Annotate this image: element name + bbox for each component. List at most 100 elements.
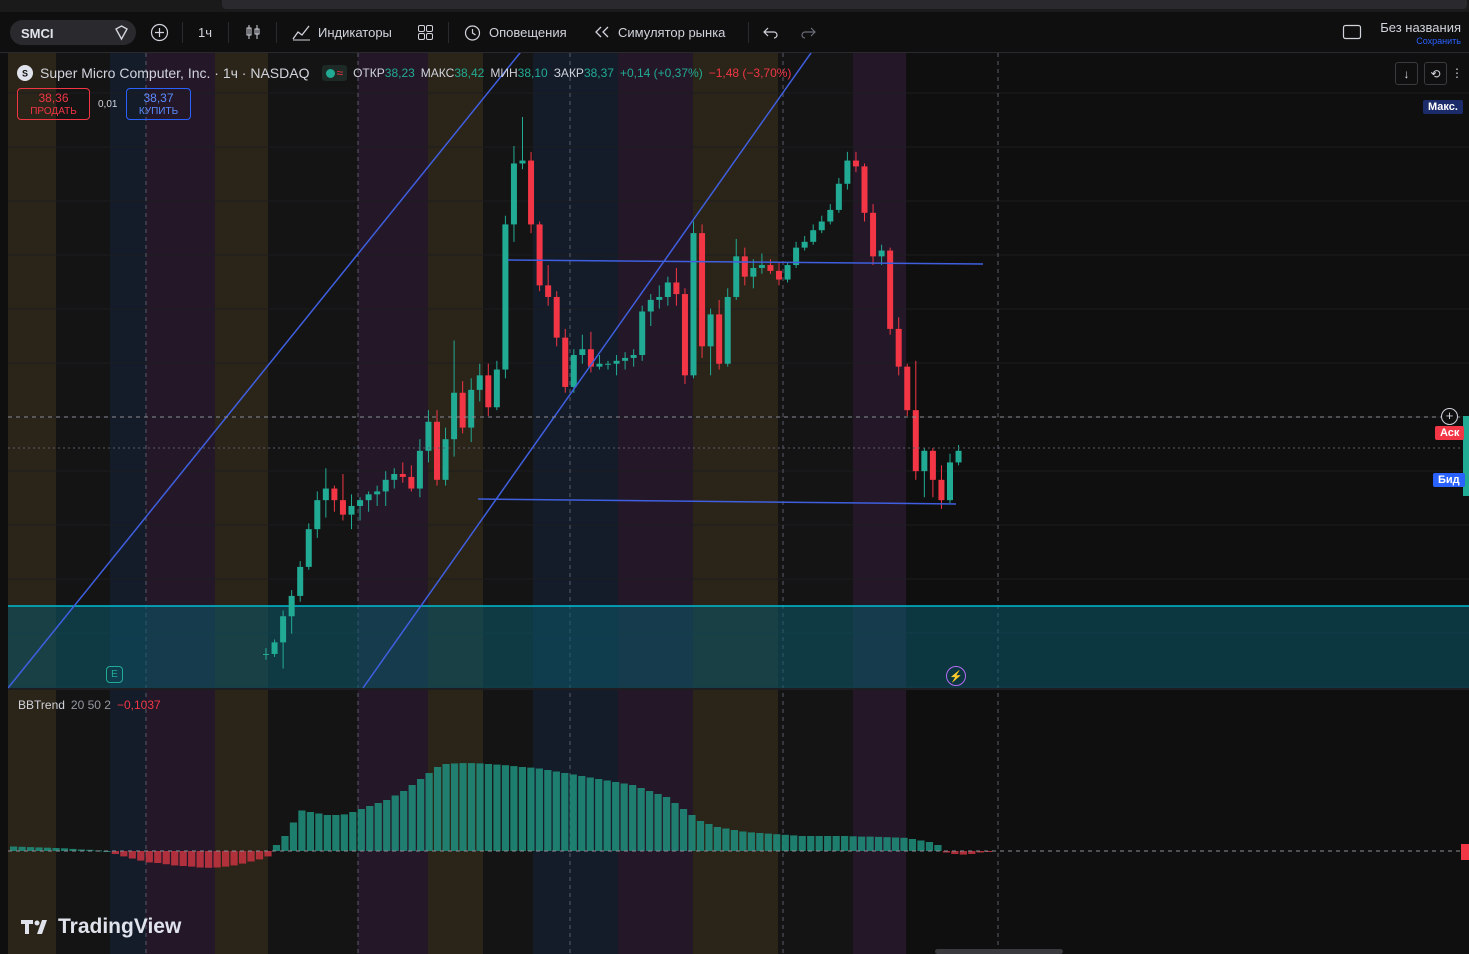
symbol-label: SMCI: [21, 26, 54, 41]
indicator-bar: [612, 782, 620, 851]
indicator-bar: [289, 822, 298, 851]
indicator-bar: [315, 813, 323, 851]
max-price-tag: Макс.: [1423, 100, 1463, 114]
candle-body: [767, 265, 774, 271]
redo-button[interactable]: [800, 22, 817, 42]
chart-canvas[interactable]: [8, 53, 1469, 954]
candle-body: [545, 285, 552, 297]
indicator-bar: [171, 851, 179, 866]
candle-body: [921, 450, 928, 472]
rewind-icon: [595, 26, 609, 38]
candle-body: [912, 410, 919, 472]
candle-body: [707, 314, 714, 347]
scroll-down-button[interactable]: ↓: [1395, 62, 1418, 85]
candle-body: [664, 282, 671, 297]
ask-price-tag: Аск: [1435, 426, 1465, 440]
indicator-bar: [841, 836, 849, 851]
chart-controls: ↓ ⟲ ⋮: [1395, 62, 1463, 85]
more-icon: ⋮: [1451, 65, 1463, 80]
indicator-bar: [434, 767, 442, 851]
symbol-logo-icon: S: [17, 65, 33, 81]
change-value: +0,14 (+0,37%): [619, 66, 703, 80]
indicator-bar: [730, 830, 738, 851]
indicator-bar: [188, 851, 196, 867]
alerts-button[interactable]: Оповещения: [463, 22, 567, 42]
symbol-name[interactable]: Super Micro Computer, Inc. · 1ч · NASDAQ: [40, 65, 310, 81]
save-link[interactable]: Сохранить: [1380, 36, 1461, 46]
symbol-search[interactable]: SMCI: [10, 20, 136, 45]
buy-button[interactable]: 38,37 КУПИТЬ: [126, 88, 191, 120]
indicator-bar: [807, 836, 815, 851]
indicator-bar: [773, 834, 781, 851]
indicators-button[interactable]: Индикаторы: [291, 22, 392, 42]
add-symbol-button[interactable]: [150, 22, 169, 42]
indicator-bar: [510, 766, 518, 851]
indicator-bar: [620, 783, 628, 851]
indicator-bar: [349, 812, 357, 851]
more-button[interactable]: ⋮: [1451, 62, 1463, 83]
indicator-bar: [883, 837, 891, 851]
earnings-badge[interactable]: E: [106, 666, 123, 683]
sell-label: ПРОДАТЬ: [30, 106, 77, 117]
candle-body: [699, 233, 706, 347]
indicator-bar: [959, 851, 967, 855]
undo-icon: [763, 27, 778, 39]
crosshair-plus-icon[interactable]: +: [1441, 408, 1458, 425]
indicator-bar: [705, 824, 713, 851]
indicator-bar: [467, 763, 476, 851]
indicator-bar: [162, 851, 170, 865]
templates-button[interactable]: [417, 22, 434, 42]
undo-button[interactable]: [762, 22, 779, 42]
chart-type-button[interactable]: [244, 22, 262, 42]
candle-body: [895, 328, 902, 367]
candle-body: [416, 450, 423, 489]
indicator-bar: [26, 847, 35, 851]
candle-body: [955, 450, 962, 463]
candle-body: [562, 337, 569, 387]
indicator-bar: [832, 836, 840, 851]
indicator-bar: [501, 765, 510, 851]
indicator-bar: [662, 797, 671, 851]
indicator-bar: [654, 794, 662, 851]
symbol-legend: S Super Micro Computer, Inc. · 1ч · NASD…: [16, 63, 791, 83]
replay-button[interactable]: Симулятор рынка: [593, 22, 725, 42]
indicator-bar: [866, 836, 874, 851]
spread-value: 0,01: [98, 99, 118, 110]
candle-body: [382, 479, 389, 492]
tradingview-logo[interactable]: TradingView: [20, 915, 181, 939]
time-scrollbar[interactable]: [935, 949, 1063, 954]
candle-body: [553, 296, 560, 338]
candle-body: [570, 355, 577, 387]
reset-button[interactable]: ⟲: [1424, 62, 1447, 85]
indicator-bar: [781, 834, 789, 851]
candle-body: [835, 183, 842, 210]
buy-label: КУПИТЬ: [138, 106, 179, 117]
divider: [228, 22, 229, 43]
indicator-bar: [332, 815, 340, 851]
grid-icon: [418, 24, 433, 40]
candle-body: [690, 233, 697, 376]
lightning-icon[interactable]: ⚡: [946, 666, 966, 686]
active-tab[interactable]: [222, 0, 1467, 9]
candle-body: [938, 479, 945, 501]
indicator-legend[interactable]: BBTrend 20 50 2 −0,1037: [18, 698, 161, 712]
candle-body: [408, 476, 415, 489]
candle-body: [322, 488, 329, 501]
sell-button[interactable]: 38,36 ПРОДАТЬ: [17, 88, 90, 120]
indicator-bar: [459, 763, 467, 851]
save-layout[interactable]: Без названия Сохранить: [1380, 20, 1461, 46]
indicator-bar: [527, 767, 535, 851]
session-background: [906, 53, 1469, 954]
open-label: ОТКР: [353, 66, 385, 80]
browser-tab-strip: [0, 0, 1469, 12]
candle-body: [639, 311, 646, 356]
indicator-bar: [238, 851, 247, 864]
layout-toggle-button[interactable]: [1342, 22, 1362, 42]
indicator-bar: [264, 851, 272, 857]
interval-button[interactable]: 1ч: [198, 22, 212, 42]
candle-body: [485, 375, 492, 408]
indicator-bar: [891, 837, 900, 851]
candle-body: [314, 500, 321, 530]
indicator-bar: [10, 846, 18, 851]
chart-area[interactable]: [8, 53, 1469, 954]
